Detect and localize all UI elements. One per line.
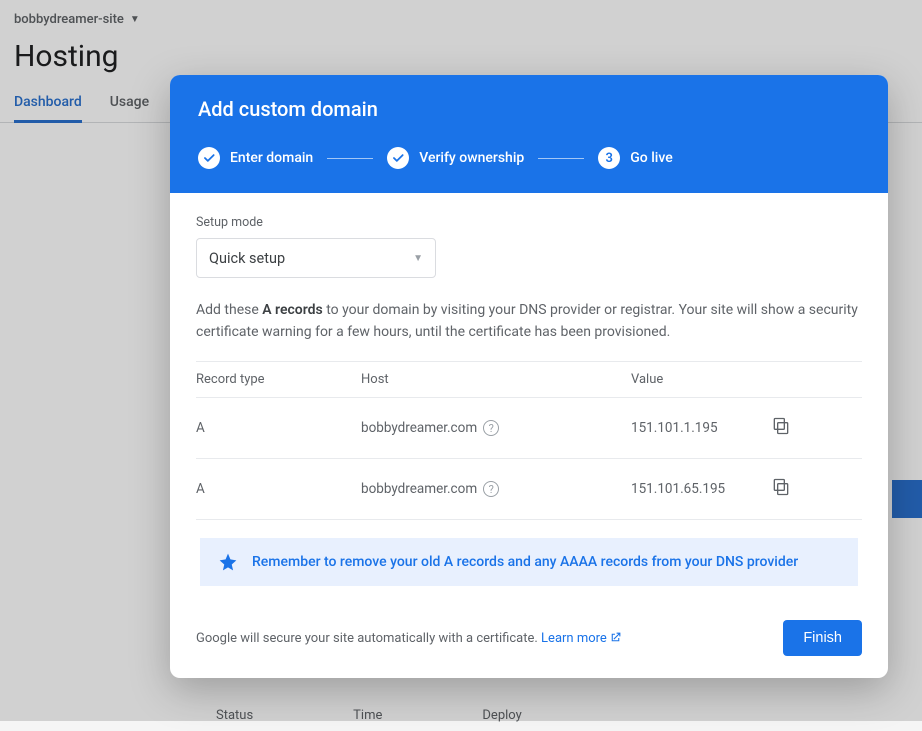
instruction-bold: A records	[262, 302, 322, 318]
col-header-value: Value	[631, 372, 771, 387]
step-label: Verify ownership	[419, 150, 524, 166]
stepper-line	[538, 158, 584, 159]
finish-button[interactable]: Finish	[783, 620, 862, 656]
step-number-icon: 3	[598, 147, 620, 169]
add-custom-domain-dialog: Add custom domain Enter domain Verify ow…	[170, 75, 888, 678]
copy-icon[interactable]	[771, 416, 791, 440]
note-banner: Remember to remove your old A records an…	[200, 538, 858, 586]
note-text: Remember to remove your old A records an…	[252, 554, 798, 570]
learn-more-label: Learn more	[541, 631, 607, 646]
step-enter-domain: Enter domain	[198, 147, 313, 169]
records-table: Record type Host Value A bobbydreamer.co…	[196, 361, 862, 520]
col-header-host: Host	[361, 372, 631, 387]
external-link-icon	[609, 631, 622, 644]
table-header: Record type Host Value	[196, 362, 862, 398]
stepper-line	[327, 158, 373, 159]
stepper: Enter domain Verify ownership 3 Go live	[198, 147, 860, 169]
instruction-prefix: Add these	[196, 302, 262, 318]
check-icon	[387, 147, 409, 169]
setup-mode-label: Setup mode	[196, 215, 862, 230]
dialog-header: Add custom domain Enter domain Verify ow…	[170, 75, 888, 193]
record-value: 151.101.1.195	[631, 420, 771, 436]
help-icon[interactable]: ?	[483, 481, 499, 497]
step-verify-ownership: Verify ownership	[387, 147, 524, 169]
step-label: Go live	[630, 150, 672, 166]
chevron-down-icon: ▼	[413, 253, 423, 264]
learn-more-link[interactable]: Learn more	[541, 631, 622, 646]
record-host: bobbydreamer.com	[361, 481, 477, 497]
instruction-text: Add these A records to your domain by vi…	[196, 300, 862, 343]
table-row: A bobbydreamer.com ? 151.101.1.195	[196, 398, 862, 459]
setup-mode-select[interactable]: Quick setup ▼	[196, 238, 436, 278]
help-icon[interactable]: ?	[483, 420, 499, 436]
record-value: 151.101.65.195	[631, 481, 771, 497]
record-type: A	[196, 481, 361, 497]
table-row: A bobbydreamer.com ? 151.101.65.195	[196, 459, 862, 520]
col-header-type: Record type	[196, 372, 361, 387]
dialog-body: Setup mode Quick setup ▼ Add these A rec…	[170, 193, 888, 590]
record-host: bobbydreamer.com	[361, 420, 477, 436]
select-value: Quick setup	[209, 250, 285, 267]
copy-icon[interactable]	[771, 477, 791, 501]
step-go-live: 3 Go live	[598, 147, 672, 169]
record-type: A	[196, 420, 361, 436]
footer-text: Google will secure your site automatical…	[196, 631, 622, 646]
dialog-title: Add custom domain	[198, 97, 860, 121]
star-icon	[218, 552, 238, 572]
footer-message: Google will secure your site automatical…	[196, 631, 541, 646]
check-icon	[198, 147, 220, 169]
step-label: Enter domain	[230, 150, 313, 166]
dialog-footer: Google will secure your site automatical…	[170, 590, 888, 678]
